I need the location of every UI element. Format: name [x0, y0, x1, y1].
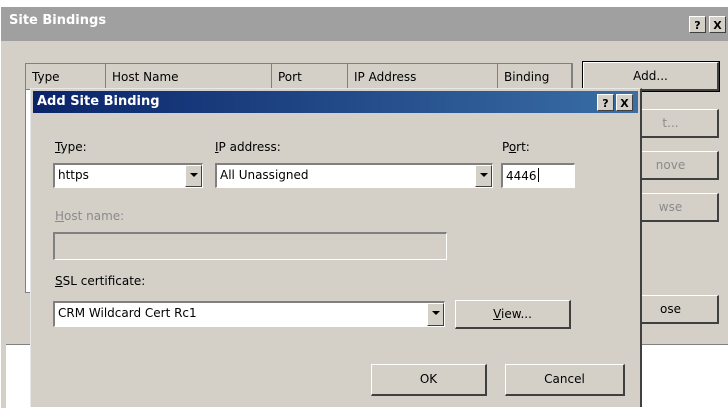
- outer-window-title: Site Bindings: [9, 13, 107, 28]
- outer-help-button[interactable]: ?: [689, 16, 706, 33]
- type-value: https: [58, 168, 89, 182]
- browse-button-label: wse: [658, 200, 683, 214]
- ip-address-label: IP address:: [215, 140, 281, 154]
- ssl-certificate-dropdown[interactable]: CRM Wildcard Cert Rc1: [53, 301, 445, 327]
- ip-address-dropdown[interactable]: All Unassigned: [215, 163, 493, 188]
- host-name-label: Host name:: [55, 209, 125, 223]
- column-header-port[interactable]: Port: [272, 64, 348, 90]
- port-value: 4446: [506, 169, 537, 183]
- dialog-help-button[interactable]: ?: [597, 94, 614, 111]
- type-dropdown-arrow-icon[interactable]: [185, 165, 202, 187]
- text-caret: [537, 168, 539, 182]
- column-header-type[interactable]: Type: [26, 64, 106, 90]
- column-header-host-name[interactable]: Host Name: [106, 64, 272, 90]
- host-name-input[interactable]: [53, 232, 447, 260]
- dialog-close-button[interactable]: X: [616, 94, 633, 111]
- dialog-title-bar: Add Site Binding ? X: [33, 91, 638, 113]
- close-button-label: ose: [660, 302, 681, 316]
- add-site-binding-dialog: Add Site Binding ? X Type: https IP addr…: [30, 88, 642, 407]
- ssl-certificate-value: CRM Wildcard Cert Rc1: [58, 306, 197, 320]
- ip-address-value: All Unassigned: [220, 168, 309, 182]
- outer-title-bar: Site Bindings ? X: [1, 7, 728, 41]
- dialog-title: Add Site Binding: [37, 94, 160, 109]
- add-button[interactable]: Add...: [582, 61, 720, 92]
- remove-button-label: nove: [655, 158, 686, 172]
- column-header-binding[interactable]: Binding: [498, 64, 572, 90]
- column-header-ip-address[interactable]: IP Address: [348, 64, 498, 90]
- ok-button[interactable]: OK: [371, 364, 487, 396]
- outer-close-button[interactable]: X: [709, 16, 726, 33]
- ip-dropdown-arrow-icon[interactable]: [475, 165, 492, 187]
- port-input[interactable]: 4446: [501, 163, 575, 188]
- edit-button-label: t...: [662, 116, 679, 130]
- cancel-button[interactable]: Cancel: [505, 364, 625, 396]
- type-label: Type:: [55, 140, 87, 154]
- ssl-dropdown-arrow-icon[interactable]: [427, 303, 444, 326]
- view-certificate-button[interactable]: View...: [455, 300, 571, 329]
- ssl-certificate-label: SSL certificate:: [55, 274, 146, 288]
- type-dropdown[interactable]: https: [53, 163, 203, 188]
- port-label: Port:: [502, 140, 530, 154]
